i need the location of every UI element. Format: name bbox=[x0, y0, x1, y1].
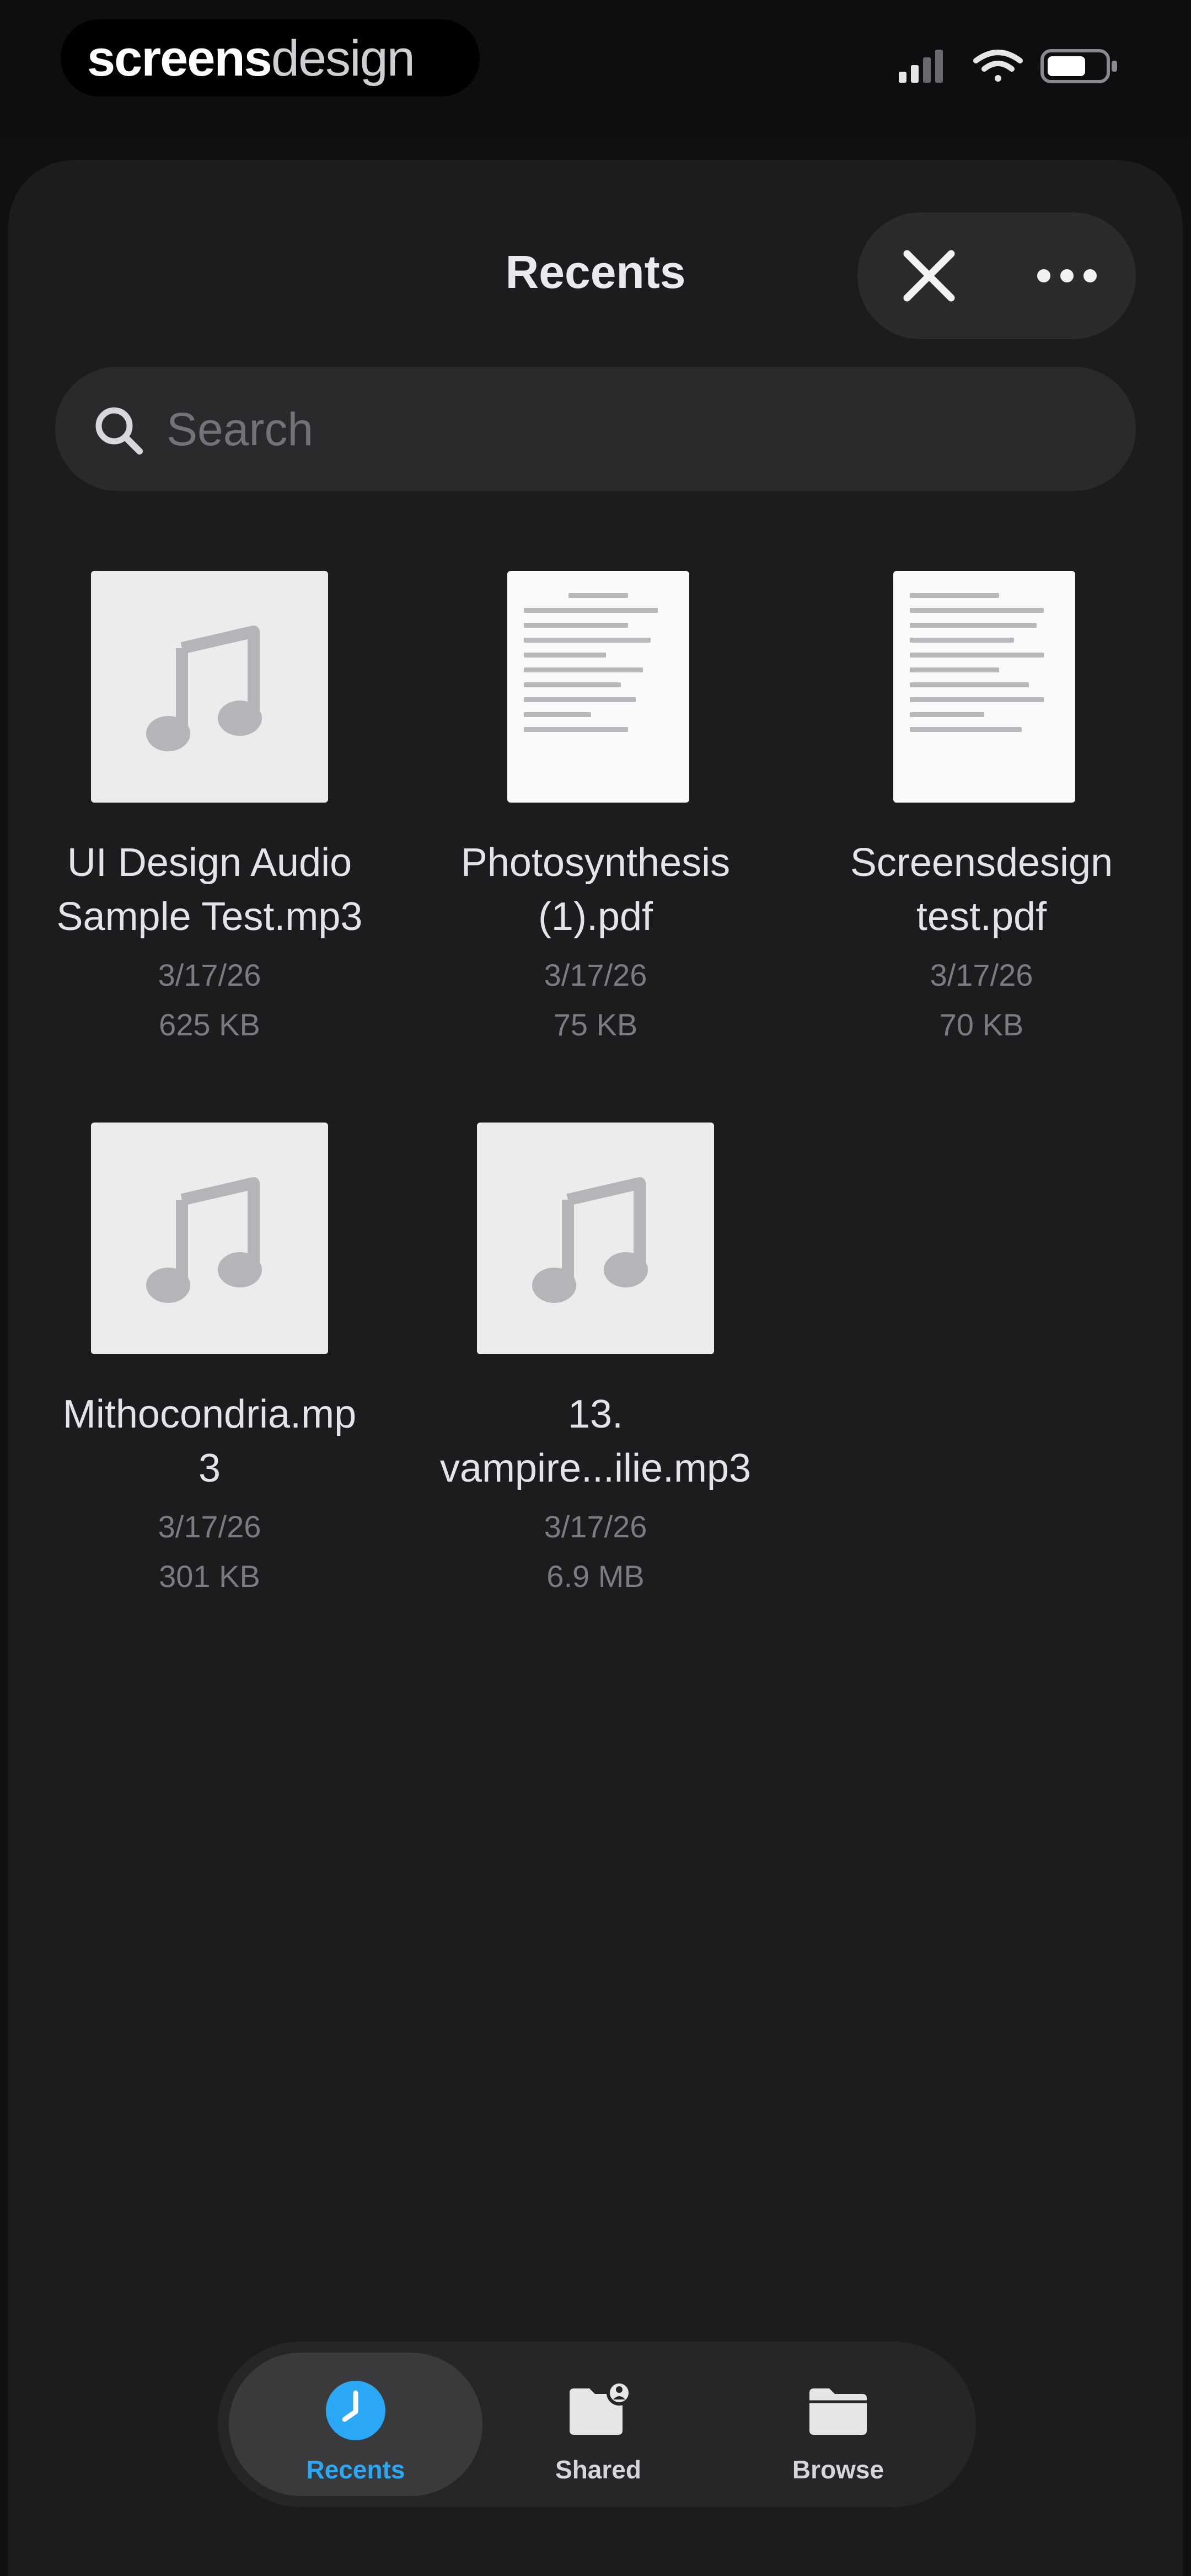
file-date: 3/17/26 bbox=[544, 1509, 647, 1544]
tab-recents-label: Recents bbox=[306, 2455, 405, 2484]
file-name-line-2: test.pdf bbox=[916, 895, 1047, 939]
tab-recents[interactable]: Recents bbox=[229, 2353, 482, 2496]
file-name: Mithocondria.mp 3 bbox=[22, 1387, 397, 1495]
document-file-thumbnail[interactable] bbox=[507, 571, 689, 803]
audio-file-thumbnail[interactable] bbox=[477, 1123, 714, 1354]
music-note-icon bbox=[146, 626, 262, 751]
file-name-line-1: Screensdesign bbox=[850, 841, 1113, 885]
document-preview-lines bbox=[910, 593, 1059, 742]
tab-browse[interactable]: Browse bbox=[711, 2353, 965, 2496]
audio-file-thumbnail[interactable] bbox=[91, 1123, 328, 1354]
brand-logo: screensdesign bbox=[87, 30, 415, 87]
file-size: 70 KB bbox=[939, 1007, 1024, 1042]
file-date: 3/17/26 bbox=[930, 958, 1033, 992]
document-file-thumbnail[interactable] bbox=[893, 571, 1075, 803]
file-size: 301 KB bbox=[159, 1559, 260, 1594]
brand-logo-bold: screens bbox=[87, 30, 272, 87]
cellular-signal-icon bbox=[899, 50, 943, 83]
file-size: 6.9 MB bbox=[546, 1559, 645, 1594]
close-icon bbox=[903, 250, 955, 302]
status-icons-svg bbox=[899, 49, 1117, 83]
tab-bar: Recents Shared Browse bbox=[218, 2342, 976, 2507]
shared-folder-icon bbox=[570, 2380, 631, 2435]
tab-shared[interactable]: Shared bbox=[471, 2353, 725, 2496]
file-name: 13. vampire...ilie.mp3 bbox=[408, 1387, 783, 1495]
ellipsis-icon bbox=[1037, 269, 1097, 282]
music-note-icon bbox=[532, 1177, 648, 1303]
close-button[interactable] bbox=[860, 212, 998, 339]
tab-shared-label: Shared bbox=[555, 2455, 641, 2484]
wifi-icon bbox=[973, 50, 1023, 82]
battery-icon bbox=[1040, 49, 1117, 83]
folder-icon bbox=[809, 2388, 867, 2435]
tab-browse-label: Browse bbox=[792, 2455, 884, 2484]
recents-sheet bbox=[8, 160, 1183, 2576]
clock-icon bbox=[326, 2381, 385, 2440]
file-size: 625 KB bbox=[159, 1007, 260, 1042]
more-options-button[interactable] bbox=[998, 212, 1136, 339]
file-name-line-1: UI Design Audio bbox=[67, 841, 352, 885]
status-bar: screensdesign bbox=[0, 0, 1191, 138]
file-name: Photosynthesis (1).pdf bbox=[408, 836, 783, 944]
search-icon bbox=[95, 407, 143, 455]
sheet-toolbar bbox=[857, 212, 1136, 339]
file-name-line-2: (1).pdf bbox=[538, 895, 653, 939]
file-name-line-1: Mithocondria.mp bbox=[62, 1392, 357, 1436]
search-input[interactable] bbox=[165, 389, 1105, 470]
file-name: Screensdesign test.pdf bbox=[794, 836, 1169, 944]
search-bar[interactable] bbox=[55, 367, 1136, 491]
file-name-line-2: 3 bbox=[198, 1446, 221, 1490]
file-name-line-2: vampire...ilie.mp3 bbox=[439, 1446, 752, 1490]
file-name: UI Design Audio Sample Test.mp3 bbox=[22, 836, 397, 944]
document-preview-lines bbox=[524, 593, 673, 742]
page-title: Recents bbox=[505, 246, 686, 298]
file-size: 75 KB bbox=[553, 1007, 638, 1042]
file-name-line-2: Sample Test.mp3 bbox=[56, 895, 363, 939]
brand-logo-light: design bbox=[271, 30, 415, 87]
file-date: 3/17/26 bbox=[544, 958, 647, 992]
music-note-icon bbox=[146, 1177, 262, 1303]
audio-file-thumbnail[interactable] bbox=[91, 571, 328, 803]
file-date: 3/17/26 bbox=[158, 958, 261, 992]
status-icons bbox=[893, 44, 1125, 88]
file-date: 3/17/26 bbox=[158, 1509, 261, 1544]
file-name-line-1: Photosynthesis bbox=[460, 841, 731, 885]
file-name-line-1: 13. bbox=[567, 1392, 624, 1436]
